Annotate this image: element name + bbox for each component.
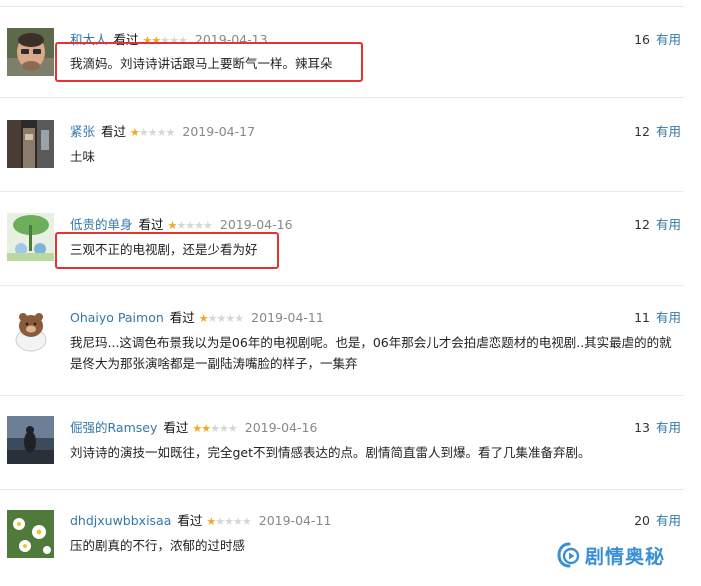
comment-text: 三观不正的电视剧，还是少看为好	[70, 242, 258, 257]
comment-text: 土味	[70, 149, 96, 164]
play-logo-icon	[557, 542, 580, 568]
star-empty-icon: ★	[219, 422, 229, 435]
vote-count: 12	[634, 217, 650, 232]
star-empty-icon: ★	[178, 34, 188, 47]
rating-stars: ★★★★★	[206, 513, 252, 531]
star-filled-icon: ★	[151, 34, 161, 47]
useful-button[interactable]: 有用	[656, 217, 681, 232]
watched-label: 看过	[169, 310, 195, 325]
rating-stars: ★★★★★	[143, 32, 188, 50]
star-empty-icon: ★	[225, 312, 235, 325]
star-empty-icon: ★	[207, 312, 218, 325]
vote-area: 13 有用	[634, 419, 681, 437]
comment-text: 刘诗诗的演技一如既往，完全get不到情感表达的点。剧情简直雷人到爆。看了几集准备…	[70, 445, 591, 460]
comment-date: 2019-04-17	[182, 124, 256, 139]
watched-label: 看过	[177, 513, 203, 528]
star-empty-icon: ★	[185, 219, 195, 232]
star-empty-icon: ★	[234, 312, 244, 325]
star-empty-icon: ★	[203, 219, 213, 232]
comment-meta: 紧张 看过 ★★★★★ 2019-04-17	[70, 123, 255, 142]
star-empty-icon: ★	[165, 126, 176, 139]
vote-count: 13	[634, 420, 650, 435]
comment-item: dhdjxuwbbxisaa 看过 ★★★★★ 2019-04-11 20 有用 压的剧…	[0, 490, 684, 586]
star-empty-icon: ★	[233, 515, 243, 528]
star-empty-icon: ★	[147, 126, 158, 139]
useful-button[interactable]: 有用	[656, 310, 681, 325]
avatar[interactable]	[7, 28, 54, 76]
useful-button[interactable]: 有用	[656, 32, 681, 47]
comment-meta: Ohaiyo Paimon 看过 ★★★★★ 2019-04-11	[70, 309, 324, 328]
star-empty-icon: ★	[169, 34, 179, 47]
avatar[interactable]	[7, 213, 54, 261]
star-filled-icon: ★	[130, 126, 140, 139]
watched-label: 看过	[101, 124, 127, 139]
watched-label: 看过	[138, 217, 164, 232]
comment-item: 低贵的单身 看过 ★★★★★ 2019-04-16 12 有用 三观不正的电视剧，还是少…	[0, 192, 684, 286]
vote-area: 12 有用	[634, 123, 681, 141]
comment-date: 2019-04-13	[194, 32, 268, 47]
rating-stars: ★★★★★	[168, 217, 213, 235]
star-empty-icon: ★	[215, 515, 225, 528]
comment-text: 我滴妈。刘诗诗讲话跟马上要断气一样。辣耳朵	[70, 56, 333, 71]
star-empty-icon: ★	[241, 515, 252, 528]
rating-stars: ★★★★★	[130, 124, 176, 142]
rating-stars: ★★★★★	[192, 420, 238, 438]
star-filled-icon: ★	[198, 312, 209, 325]
vote-count: 16	[634, 32, 650, 47]
star-empty-icon: ★	[176, 219, 186, 232]
comment-meta: 倔强的Ramsey 看过 ★★★★★ 2019-04-16	[70, 419, 317, 438]
comment-meta: dhdjxuwbbxisaa 看过 ★★★★★ 2019-04-11	[70, 512, 331, 531]
vote-count: 12	[634, 124, 650, 139]
useful-button[interactable]: 有用	[656, 124, 681, 139]
username-link[interactable]: Ohaiyo Paimon	[70, 310, 164, 325]
username-link[interactable]: dhdjxuwbbxisaa	[70, 513, 171, 528]
comment-item: 倔强的Ramsey 看过 ★★★★★ 2019-04-16 13 有用 刘诗诗的演技一如…	[0, 396, 684, 490]
star-filled-icon: ★	[201, 422, 211, 435]
vote-area: 12 有用	[634, 216, 681, 234]
comment-meta: 低贵的单身 看过 ★★★★★ 2019-04-16	[70, 216, 293, 235]
star-empty-icon: ★	[227, 422, 238, 435]
watermark: 剧情奥秘	[557, 541, 665, 569]
star-filled-icon: ★	[206, 515, 216, 528]
useful-button[interactable]: 有用	[656, 420, 681, 435]
star-empty-icon: ★	[156, 126, 167, 139]
avatar[interactable]	[7, 120, 54, 168]
star-empty-icon: ★	[160, 34, 170, 47]
vote-count: 11	[634, 310, 650, 325]
rating-stars: ★★★★★	[198, 310, 244, 328]
avatar[interactable]	[7, 416, 54, 464]
comment-date: 2019-04-16	[244, 420, 318, 435]
vote-count: 20	[634, 513, 650, 528]
avatar[interactable]	[7, 510, 54, 558]
vote-area: 16 有用	[634, 31, 681, 49]
useful-button[interactable]: 有用	[656, 513, 681, 528]
comment-text: 我尼玛...这调色布景我以为是06年的电视剧呢。也是，06年那会儿才会拍虐恋题材…	[70, 335, 672, 371]
star-empty-icon: ★	[138, 126, 149, 139]
username-link[interactable]: 低贵的单身	[70, 217, 133, 232]
comment-date: 2019-04-11	[258, 513, 332, 528]
comment-item: 和大人 看过 ★★★★★ 2019-04-13 16 有用 我滴妈。刘诗诗讲话跟马上要断…	[0, 7, 684, 98]
username-link[interactable]: 紧张	[70, 124, 95, 139]
star-empty-icon: ★	[194, 219, 204, 232]
watermark-text: 剧情奥秘	[585, 545, 666, 568]
comment-date: 2019-04-11	[251, 310, 324, 325]
username-link[interactable]: 和大人	[70, 32, 108, 47]
username-link[interactable]: 倔强的Ramsey	[70, 420, 157, 435]
watched-label: 看过	[113, 32, 139, 47]
vote-area: 20 有用	[634, 512, 681, 530]
comment-date: 2019-04-16	[219, 217, 293, 232]
star-empty-icon: ★	[224, 515, 234, 528]
star-filled-icon: ★	[192, 422, 202, 435]
watched-label: 看过	[163, 420, 189, 435]
comment-item: Ohaiyo Paimon 看过 ★★★★★ 2019-04-11 11 有用 我尼玛.…	[0, 286, 684, 396]
comment-item: 紧张 看过 ★★★★★ 2019-04-17 12 有用 土味	[0, 98, 684, 192]
avatar[interactable]	[7, 306, 54, 354]
vote-area: 11 有用	[634, 309, 681, 327]
star-empty-icon: ★	[210, 422, 220, 435]
comment-meta: 和大人 看过 ★★★★★ 2019-04-13	[70, 31, 268, 50]
